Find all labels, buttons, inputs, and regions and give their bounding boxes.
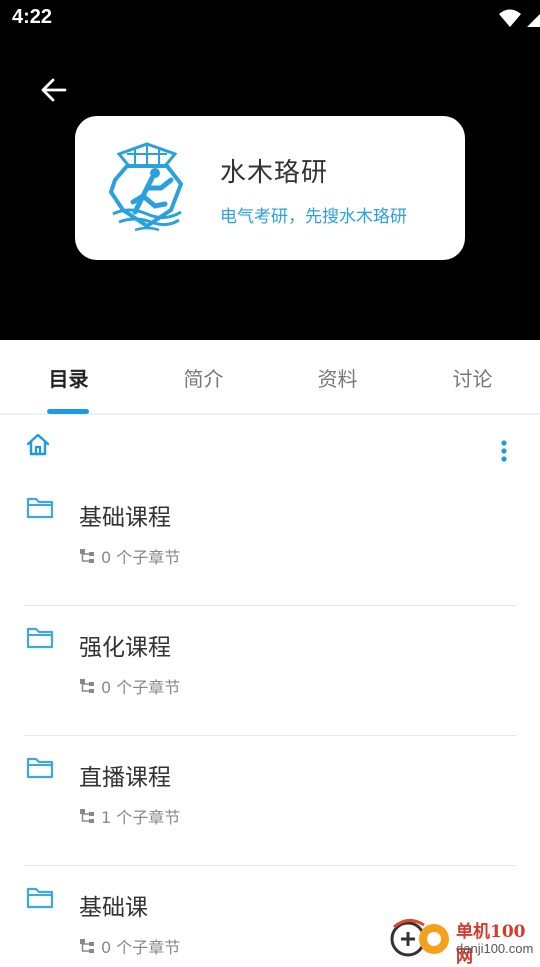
tree-icon xyxy=(80,809,94,823)
tab-catalog[interactable]: 目录 xyxy=(1,341,136,413)
item-title: 基础课 xyxy=(79,895,148,921)
more-vertical-icon[interactable] xyxy=(494,438,514,466)
watermark-domain: danji100.com xyxy=(456,941,534,956)
tree-icon xyxy=(80,679,94,693)
list-item[interactable]: 基础课程 0 个子章节 xyxy=(24,476,516,606)
folder-icon xyxy=(26,757,54,779)
status-bar: 4:22 xyxy=(0,0,540,36)
item-title: 直播课程 xyxy=(79,765,171,791)
tab-intro[interactable]: 简介 xyxy=(136,341,271,413)
card-title: 水木珞研 xyxy=(220,158,329,188)
folder-icon xyxy=(26,627,54,649)
tab-bar: 目录 简介 资料 讨论 xyxy=(0,341,540,415)
back-button[interactable] xyxy=(34,70,74,110)
item-meta: 0 个子章节 xyxy=(79,674,180,698)
item-meta: 0 个子章节 xyxy=(79,934,180,958)
wifi-icon xyxy=(499,9,521,27)
list-item[interactable]: 直播课程 1 个子章节 xyxy=(24,736,516,866)
item-title: 基础课程 xyxy=(79,505,171,531)
tree-icon xyxy=(80,549,94,563)
item-subchapter-count: 1 个子章节 xyxy=(101,808,181,827)
logo-icon xyxy=(108,142,184,232)
folder-icon xyxy=(26,497,54,519)
tree-icon xyxy=(80,939,94,953)
list-item[interactable]: 强化课程 0 个子章节 xyxy=(24,606,516,736)
tab-discussion[interactable]: 讨论 xyxy=(405,341,540,413)
arrow-left-icon xyxy=(41,78,67,102)
item-meta: 1 个子章节 xyxy=(79,804,180,828)
item-subchapter-count: 0 个子章节 xyxy=(101,678,181,697)
header: 4:22 水木珞研 电气考研，先搜水木珞研 xyxy=(0,0,540,340)
watermark: 单机100网 danji100.com xyxy=(390,915,540,967)
signal-icon xyxy=(527,14,540,27)
tab-materials[interactable]: 资料 xyxy=(270,341,405,413)
tab-indicator xyxy=(47,409,89,414)
status-time: 4:22 xyxy=(12,6,53,28)
card-subtitle: 电气考研，先搜水木珞研 xyxy=(220,207,407,227)
item-subchapter-count: 0 个子章节 xyxy=(101,938,181,957)
item-subchapter-count: 0 个子章节 xyxy=(101,548,181,567)
item-meta: 0 个子章节 xyxy=(79,544,180,568)
course-card: 水木珞研 电气考研，先搜水木珞研 xyxy=(75,116,465,260)
watermark-logo-icon xyxy=(390,919,449,957)
folder-icon xyxy=(26,887,54,909)
item-title: 强化课程 xyxy=(79,635,171,661)
home-icon[interactable] xyxy=(25,432,51,458)
